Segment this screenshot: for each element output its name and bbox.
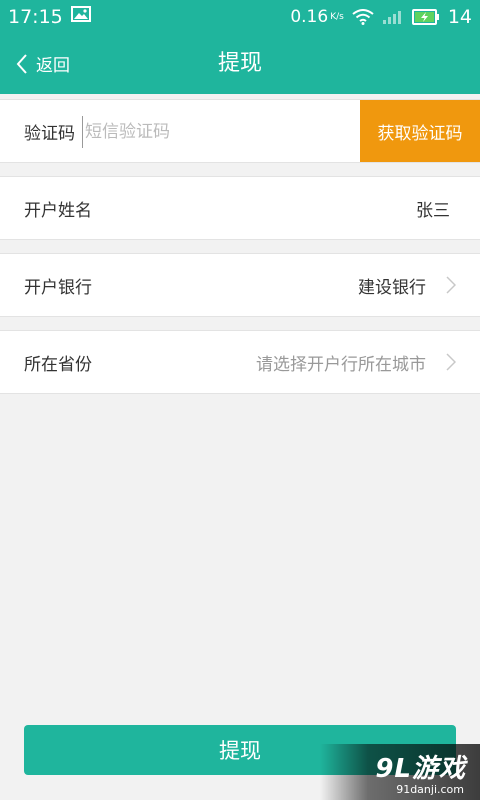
watermark-logo: 9L游戏	[375, 754, 466, 784]
account-name-row: 开户姓名 张三	[0, 176, 480, 240]
bank-row[interactable]: 开户银行 建设银行	[0, 253, 480, 317]
chevron-right-icon	[446, 276, 457, 294]
image-icon	[70, 6, 91, 27]
status-time: 17:15	[8, 5, 63, 28]
app-header: 返回 提现	[0, 33, 480, 94]
signal-icon	[382, 9, 404, 25]
status-bar-left: 17:15	[8, 6, 91, 28]
account-name-label: 开户姓名	[24, 200, 92, 221]
get-verification-code-button[interactable]: 获取验证码	[360, 100, 480, 162]
network-speed-unit: K/s	[330, 11, 344, 22]
verification-code-input[interactable]	[82, 116, 352, 148]
account-name-value: 张三	[416, 200, 450, 221]
wifi-icon	[352, 8, 374, 25]
battery-charging-icon	[411, 8, 440, 25]
province-row[interactable]: 所在省份 请选择开户行所在城市	[0, 330, 480, 394]
chevron-right-icon	[446, 353, 457, 371]
page-title: 提现	[217, 51, 262, 76]
watermark-url: 91danji.com	[396, 783, 464, 796]
bank-label: 开户银行	[24, 277, 92, 298]
battery-level: 14	[447, 5, 472, 28]
verification-code-row: 验证码 获取验证码	[0, 99, 480, 163]
network-speed: 0.16	[290, 6, 329, 27]
chevron-left-icon	[16, 53, 36, 75]
back-label: 返回	[36, 56, 70, 76]
verification-code-label: 验证码	[24, 123, 75, 144]
back-button[interactable]: 返回	[16, 33, 70, 94]
province-label: 所在省份	[24, 354, 92, 375]
status-bar: 17:15 0.16 K/s 14	[0, 0, 480, 33]
province-placeholder: 请选择开户行所在城市	[256, 354, 426, 375]
status-bar-right: 0.16 K/s 14	[290, 6, 472, 28]
bank-value: 建设银行	[358, 277, 426, 298]
watermark: 9L游戏 91danji.com	[320, 744, 480, 800]
